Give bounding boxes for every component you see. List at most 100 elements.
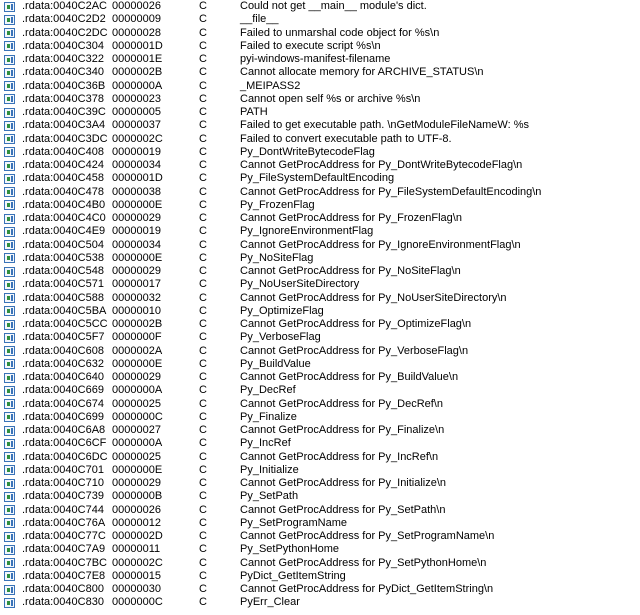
string-row[interactable]: .rdata:0040C588 00000032 C Cannot GetProcAd… (0, 292, 640, 305)
length-cell: 00000029 (112, 265, 161, 277)
string-row[interactable]: .rdata:0040C739 0000000B C Py_SetPath (0, 490, 640, 503)
string-row[interactable]: .rdata:0040C548 00000029 C Cannot GetProcAd… (0, 265, 640, 278)
address-cell: .rdata:0040C3A4 (22, 119, 106, 132)
address-cell: .rdata:0040C588 (22, 291, 104, 304)
string-row[interactable]: .rdata:0040C800 00000030 C Cannot GetProcAd… (0, 583, 640, 596)
string-cell: Cannot GetProcAddress for Py_VerboseFlag… (240, 344, 469, 357)
string-row[interactable]: .rdata:0040C504 00000034 C Cannot GetProcAd… (0, 239, 640, 252)
string-row[interactable]: .rdata:0040C571 00000017 C Py_NoUserSiteDir… (0, 278, 640, 291)
length-cell: 0000000E (112, 251, 163, 264)
string-icon (4, 346, 15, 356)
string-icon (4, 571, 15, 582)
string-row[interactable]: .rdata:0040C608 0000002A C Cannot GetProcAd… (0, 345, 640, 358)
type-cell: C (199, 556, 207, 569)
type-cell: C (199, 66, 207, 79)
type-cell: C (199, 503, 207, 516)
string-row[interactable]: .rdata:0040C378 00000023 C Cannot open self… (0, 93, 640, 106)
type-cell: C (199, 238, 207, 251)
string-icon (4, 200, 15, 211)
string-row[interactable]: .rdata:0040C5F7 0000000F C Py_VerboseFlag (0, 331, 640, 344)
string-row[interactable]: .rdata:0040C340 0000002B C Cannot allocate … (0, 66, 640, 79)
string-icon (4, 558, 15, 568)
string-cell: Cannot allocate memory for ARCHIVE_STATU… (240, 66, 484, 79)
string-cell: Py_DontWriteBytecodeFlag (240, 145, 375, 158)
type-cell: C (199, 437, 207, 450)
type-cell: C (199, 410, 207, 423)
type-cell: C (199, 371, 207, 383)
string-icon (4, 438, 15, 449)
address-cell: .rdata:0040C632 (22, 357, 104, 370)
length-cell: 0000000E (112, 357, 163, 370)
string-row[interactable]: .rdata:0040C674 00000025 C Cannot GetProcAd… (0, 398, 640, 411)
string-row[interactable]: .rdata:0040C304 0000001D C Failed to execut… (0, 40, 640, 53)
string-row[interactable]: .rdata:0040C4C0 00000029 C Cannot GetProcAd… (0, 212, 640, 225)
string-row[interactable]: .rdata:0040C4E9 00000019 C Py_IgnoreEnviron… (0, 225, 640, 238)
address-cell: .rdata:0040C699 (22, 410, 104, 423)
string-icon (4, 173, 15, 184)
string-row[interactable]: .rdata:0040C744 00000026 C Cannot GetProcAd… (0, 504, 640, 517)
string-row[interactable]: .rdata:0040C538 0000000E C Py_NoSiteFlag (0, 252, 640, 265)
address-cell: .rdata:0040C744 (22, 503, 104, 516)
string-row[interactable]: .rdata:0040C701 0000000E C Py_Initialize (0, 464, 640, 477)
string-row[interactable]: .rdata:0040C4B0 0000000E C Py_FrozenFlag (0, 199, 640, 212)
strings-list[interactable]: .rdata:0040C2AC 00000026 C Could not get __… (0, 0, 640, 615)
string-row[interactable]: .rdata:0040C3A4 00000037 C Failed to get ex… (0, 119, 640, 132)
string-cell: pyi-windows-manifest-filename (240, 53, 391, 65)
string-icon (4, 332, 15, 343)
string-row[interactable]: .rdata:0040C408 00000019 C Py_DontWriteByte… (0, 146, 640, 159)
string-cell: Py_NoUserSiteDirectory (240, 278, 360, 291)
string-icon (4, 54, 15, 65)
string-row[interactable]: .rdata:0040C699 0000000C C Py_Finalize (0, 411, 640, 424)
length-cell: 0000001D (112, 39, 163, 52)
length-cell: 0000001D (112, 172, 163, 185)
string-row[interactable]: .rdata:0040C3DC 0000002C C Failed to conver… (0, 133, 640, 146)
string-row[interactable]: .rdata:0040C458 0000001D C Py_FileSystemDef… (0, 172, 640, 185)
string-row[interactable]: .rdata:0040C7E8 00000015 C PyDict_GetItemSt… (0, 570, 640, 583)
type-cell: C (199, 13, 207, 26)
address-cell: .rdata:0040C5BA (22, 304, 107, 317)
string-cell: Py_IgnoreEnvironmentFlag (240, 225, 374, 238)
string-cell: Cannot GetProcAddress for Py_DecRef\n (240, 397, 443, 410)
string-icon (4, 107, 15, 118)
string-row[interactable]: .rdata:0040C710 00000029 C Cannot GetProcAd… (0, 477, 640, 490)
string-row[interactable]: .rdata:0040C322 0000001E Cpyi-windows-mani… (0, 53, 640, 66)
string-row[interactable]: .rdata:0040C77C 0000002D C Cannot GetProcAd… (0, 530, 640, 543)
string-cell: Cannot GetProcAddress for Py_SetPath\n (240, 503, 446, 516)
string-row[interactable]: .rdata:0040C39C 00000005 C PATH (0, 106, 640, 119)
string-row[interactable]: .rdata:0040C76A 00000012 C Py_SetProgramNam… (0, 517, 640, 530)
type-cell: C (199, 39, 207, 52)
string-row[interactable]: .rdata:0040C2D2 00000009 C __file__ (0, 13, 640, 26)
string-row[interactable]: .rdata:0040C2AC 00000026 C Could not get __… (0, 0, 640, 13)
length-cell: 00000025 (112, 450, 161, 463)
string-row[interactable]: .rdata:0040C424 00000034 C Cannot GetProcAd… (0, 159, 640, 172)
string-row[interactable]: .rdata:0040C669 0000000A C Py_DecRef (0, 384, 640, 397)
string-cell: Py_SetPath (240, 490, 299, 503)
string-row[interactable]: .rdata:0040C2DC 00000028 C Failed to unmars… (0, 27, 640, 40)
string-row[interactable]: .rdata:0040C6DC 00000025 C Cannot GetProcAd… (0, 451, 640, 464)
address-cell: .rdata:0040C7E8 (22, 569, 106, 582)
address-cell: .rdata:0040C504 (22, 238, 104, 251)
string-row[interactable]: .rdata:0040C632 0000000E C Py_BuildValue (0, 358, 640, 371)
string-row[interactable]: .rdata:0040C7A9 00000011 C Py_SetPythonHome (0, 543, 640, 556)
string-cell: Py_SetProgramName (240, 516, 347, 529)
string-row[interactable]: .rdata:0040C6A8 00000027 C Cannot GetProcAd… (0, 424, 640, 437)
address-cell: .rdata:0040C304 (22, 39, 104, 52)
address-cell: .rdata:0040C4E9 (22, 225, 106, 238)
string-row[interactable]: .rdata:0040C830 0000000C C PyErr_Clear (0, 596, 640, 609)
address-cell: .rdata:0040C830 (22, 596, 104, 609)
string-row[interactable]: .rdata:0040C36B 0000000A C _MEIPASS2 (0, 80, 640, 93)
type-cell: C (199, 450, 207, 463)
type-cell: C (199, 516, 207, 529)
string-cell: Py_BuildValue (240, 357, 311, 370)
string-row[interactable]: .rdata:0040C5BA 00000010 C Py_OptimizeFlag (0, 305, 640, 318)
string-cell: Py_FrozenFlag (240, 198, 315, 211)
length-cell: 00000015 (112, 569, 161, 582)
string-row[interactable]: .rdata:0040C6CF 0000000A C Py_IncRef (0, 437, 640, 450)
string-row[interactable]: .rdata:0040C640 00000029 C Cannot GetProcAd… (0, 371, 640, 384)
string-row[interactable]: .rdata:0040C5CC 0000002B C Cannot GetProcAd… (0, 318, 640, 331)
string-row[interactable]: .rdata:0040C478 00000038 C Cannot GetProcAd… (0, 186, 640, 199)
length-cell: 0000000E (112, 198, 163, 211)
string-row[interactable]: .rdata:0040C7BC 0000002C C Cannot GetProcAd… (0, 557, 640, 570)
type-cell: C (199, 530, 207, 542)
string-icon (4, 14, 15, 25)
